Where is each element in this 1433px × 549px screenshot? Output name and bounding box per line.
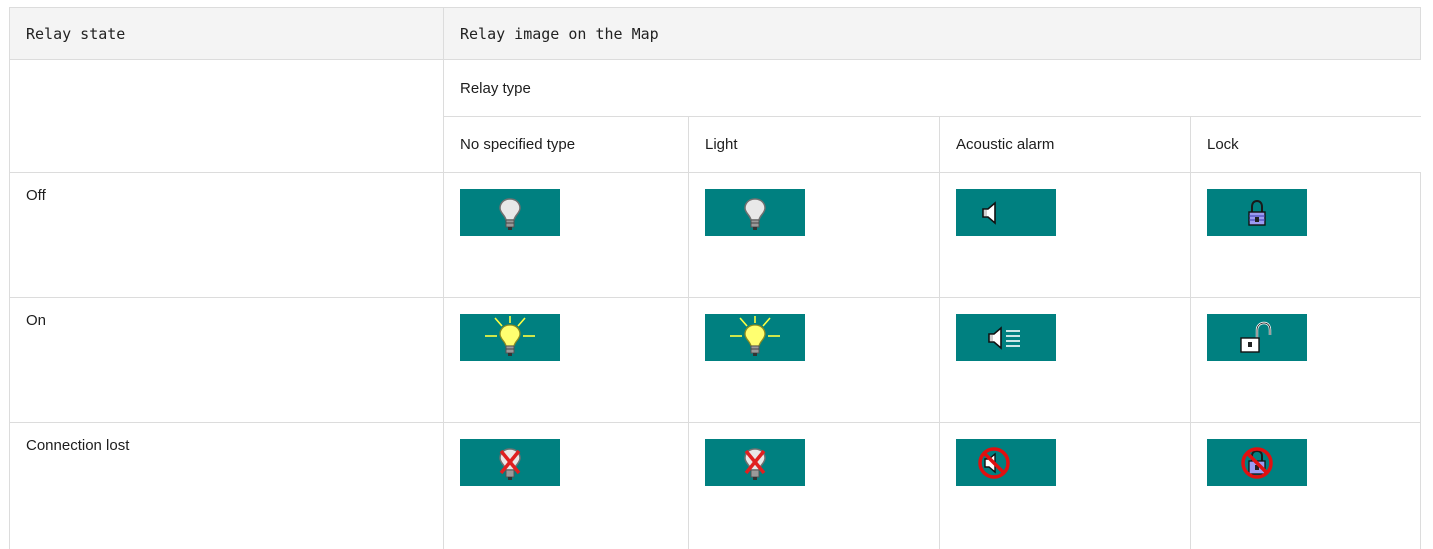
relay-tile bbox=[705, 439, 805, 486]
icon-cell bbox=[1191, 423, 1421, 549]
relay-tile bbox=[1207, 314, 1307, 361]
relay-tile bbox=[460, 439, 560, 486]
header-relay-image: Relay image on the Map bbox=[444, 8, 1421, 60]
type-acoustic-alarm: Acoustic alarm bbox=[940, 117, 1191, 173]
table-header-row: Relay state Relay image on the Map bbox=[10, 8, 1421, 60]
icon-cell bbox=[689, 298, 940, 423]
speaker-sound-icon bbox=[986, 325, 1026, 351]
state-connection-lost-label: Connection lost bbox=[10, 423, 444, 549]
state-on-label: On bbox=[10, 298, 444, 423]
icon-cell bbox=[689, 423, 940, 549]
type-light: Light bbox=[689, 117, 940, 173]
relay-type-row: Relay type bbox=[10, 60, 1421, 117]
table-row: Connection lost bbox=[10, 423, 1421, 549]
icon-cell bbox=[940, 298, 1191, 423]
relay-tile bbox=[956, 439, 1056, 486]
table-row: On bbox=[10, 298, 1421, 423]
bulb-crossed-icon bbox=[740, 443, 770, 483]
empty-cell bbox=[10, 60, 444, 173]
type-lock: Lock bbox=[1191, 117, 1421, 173]
padlock-closed-icon bbox=[1246, 199, 1268, 227]
icon-cell bbox=[689, 173, 940, 298]
relay-tile bbox=[460, 314, 560, 361]
icon-cell bbox=[1191, 173, 1421, 298]
relay-tile bbox=[956, 314, 1056, 361]
relay-tile bbox=[705, 314, 805, 361]
icon-cell bbox=[940, 173, 1191, 298]
bulb-off-icon bbox=[495, 193, 525, 233]
speaker-prohibited-icon bbox=[976, 445, 1012, 481]
header-relay-state: Relay state bbox=[10, 8, 444, 60]
icon-cell bbox=[1191, 298, 1421, 423]
relay-tile bbox=[1207, 189, 1307, 236]
table-row: Off bbox=[10, 173, 1421, 298]
relay-states-table: Relay state Relay image on the Map Relay… bbox=[9, 7, 1421, 549]
icon-cell bbox=[940, 423, 1191, 549]
relay-tile bbox=[956, 189, 1056, 236]
padlock-open-icon bbox=[1235, 321, 1279, 355]
relay-tile bbox=[460, 189, 560, 236]
bulb-off-icon bbox=[740, 193, 770, 233]
bulb-crossed-icon bbox=[495, 443, 525, 483]
bulb-lit-icon bbox=[475, 316, 545, 360]
bulb-lit-icon bbox=[720, 316, 790, 360]
padlock-prohibited-icon bbox=[1239, 445, 1275, 481]
icon-cell bbox=[444, 173, 689, 298]
speaker-off-icon bbox=[980, 200, 1002, 226]
type-no-specified: No specified type bbox=[444, 117, 689, 173]
relay-tile bbox=[1207, 439, 1307, 486]
relay-tile bbox=[705, 189, 805, 236]
icon-cell bbox=[444, 423, 689, 549]
relay-type-label: Relay type bbox=[444, 60, 1421, 117]
icon-cell bbox=[444, 298, 689, 423]
state-off-label: Off bbox=[10, 173, 444, 298]
